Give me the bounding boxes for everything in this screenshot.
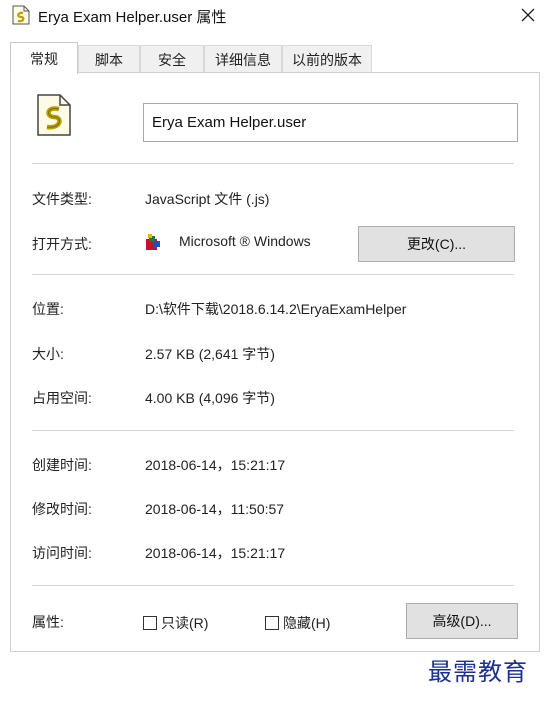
advanced-button[interactable]: 高级(D)... bbox=[406, 603, 518, 639]
tab-security[interactable]: 安全 bbox=[140, 45, 204, 73]
window-title: Erya Exam Helper.user 属性 bbox=[38, 9, 227, 26]
size-on-disk-label: 占用空间: bbox=[32, 390, 92, 406]
size-on-disk-value: 4.00 KB (4,096 字节) bbox=[145, 390, 275, 406]
accessed-label: 访问时间: bbox=[32, 545, 92, 561]
tab-details[interactable]: 详细信息 bbox=[204, 45, 282, 73]
file-type-label: 文件类型: bbox=[32, 191, 92, 207]
tab-previous-versions[interactable]: 以前的版本 bbox=[282, 45, 372, 73]
opens-with-value: Microsoft ® Windows bbox=[179, 233, 311, 249]
change-button[interactable]: 更改(C)... bbox=[358, 226, 515, 262]
close-icon bbox=[521, 8, 535, 22]
hidden-checkbox-box[interactable] bbox=[265, 616, 279, 630]
separator bbox=[32, 585, 514, 586]
general-panel bbox=[10, 72, 540, 652]
tab-script[interactable]: 脚本 bbox=[78, 45, 140, 73]
separator bbox=[32, 163, 514, 164]
file-name-input[interactable] bbox=[143, 103, 518, 142]
modified-value: 2018-06-14，11:50:57 bbox=[145, 501, 285, 517]
close-button[interactable] bbox=[508, 0, 548, 30]
title-bar: Erya Exam Helper.user 属性 bbox=[0, 0, 549, 38]
location-label: 位置: bbox=[32, 301, 64, 317]
watermark-text: 最需教育 bbox=[428, 658, 528, 686]
readonly-label: 只读(R) bbox=[161, 615, 209, 631]
separator bbox=[32, 274, 514, 275]
windows-script-host-icon bbox=[145, 233, 161, 251]
hidden-checkbox[interactable]: 隐藏(H) bbox=[265, 613, 330, 633]
readonly-checkbox-box[interactable] bbox=[143, 616, 157, 630]
attributes-label: 属性: bbox=[32, 614, 64, 630]
hidden-label: 隐藏(H) bbox=[283, 615, 331, 631]
size-value: 2.57 KB (2,641 字节) bbox=[145, 346, 275, 362]
created-value: 2018-06-14，15:21:17 bbox=[145, 457, 286, 473]
file-type-value: JavaScript 文件 (.js) bbox=[145, 191, 270, 207]
tab-general[interactable]: 常规 bbox=[10, 42, 78, 74]
tab-strip: 常规 脚本 安全 详细信息 以前的版本 bbox=[10, 42, 540, 74]
accessed-value: 2018-06-14，15:21:17 bbox=[145, 545, 286, 561]
script-file-icon bbox=[36, 93, 72, 137]
separator bbox=[32, 430, 514, 431]
modified-label: 修改时间: bbox=[32, 501, 92, 517]
script-file-icon bbox=[12, 5, 30, 25]
location-value: D:\软件下载\2018.6.14.2\EryaExamHelper bbox=[145, 301, 407, 317]
readonly-checkbox[interactable]: 只读(R) bbox=[143, 613, 208, 633]
size-label: 大小: bbox=[32, 346, 64, 362]
opens-with-label: 打开方式: bbox=[32, 236, 92, 252]
created-label: 创建时间: bbox=[32, 457, 92, 473]
